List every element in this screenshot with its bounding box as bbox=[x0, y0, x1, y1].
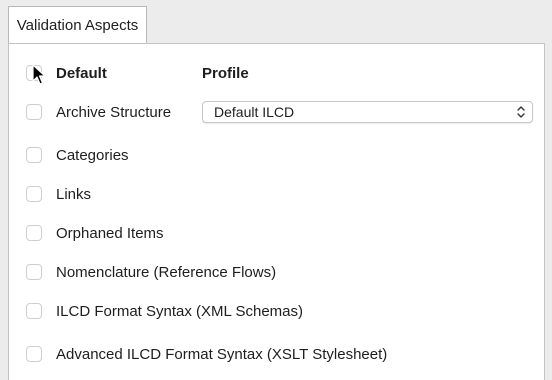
orphaned-items-label: Orphaned Items bbox=[56, 225, 164, 242]
default-label: Default bbox=[56, 65, 107, 82]
ilcd-format-syntax-label: ILCD Format Syntax (XML Schemas) bbox=[56, 303, 304, 320]
header-row: Default Profile bbox=[9, 62, 546, 86]
links-label: Links bbox=[56, 186, 92, 203]
chevron-up-down-icon bbox=[517, 106, 525, 118]
profile-select-value: Default ILCD bbox=[214, 104, 295, 120]
tab-validation-aspects[interactable]: Validation Aspects bbox=[8, 6, 147, 44]
nomenclature-label: Nomenclature (Reference Flows) bbox=[56, 264, 277, 281]
aspect-row-categories: Categories bbox=[9, 144, 546, 168]
categories-label: Categories bbox=[56, 147, 129, 164]
aspect-row-links: Links bbox=[9, 183, 546, 207]
aspect-row-nomenclature: Nomenclature (Reference Flows) bbox=[9, 261, 546, 285]
tab-strip: Validation Aspects bbox=[0, 0, 552, 44]
mouse-pointer-icon bbox=[32, 64, 46, 85]
aspect-row-orphaned-items: Orphaned Items bbox=[9, 222, 546, 246]
aspect-row-advanced-ilcd-format-syntax: Advanced ILCD Format Syntax (XSLT Styles… bbox=[9, 343, 546, 367]
aspect-row-archive-structure: Archive Structure Default ILCD bbox=[9, 101, 546, 125]
profile-select[interactable]: Default ILCD bbox=[202, 101, 533, 123]
advanced-ilcd-format-syntax-label: Advanced ILCD Format Syntax (XSLT Styles… bbox=[56, 346, 388, 363]
orphaned-items-checkbox[interactable] bbox=[26, 225, 42, 241]
validation-aspects-panel: Default Profile Archive Structure Defaul… bbox=[8, 43, 545, 380]
aspect-row-ilcd-format-syntax: ILCD Format Syntax (XML Schemas) bbox=[9, 300, 546, 324]
ilcd-format-syntax-checkbox[interactable] bbox=[26, 303, 42, 319]
links-checkbox[interactable] bbox=[26, 186, 42, 202]
nomenclature-checkbox[interactable] bbox=[26, 264, 42, 280]
archive-structure-label: Archive Structure bbox=[56, 104, 172, 121]
archive-structure-checkbox[interactable] bbox=[26, 104, 42, 120]
categories-checkbox[interactable] bbox=[26, 147, 42, 163]
profile-label: Profile bbox=[202, 65, 249, 82]
advanced-ilcd-format-syntax-checkbox[interactable] bbox=[26, 346, 42, 362]
